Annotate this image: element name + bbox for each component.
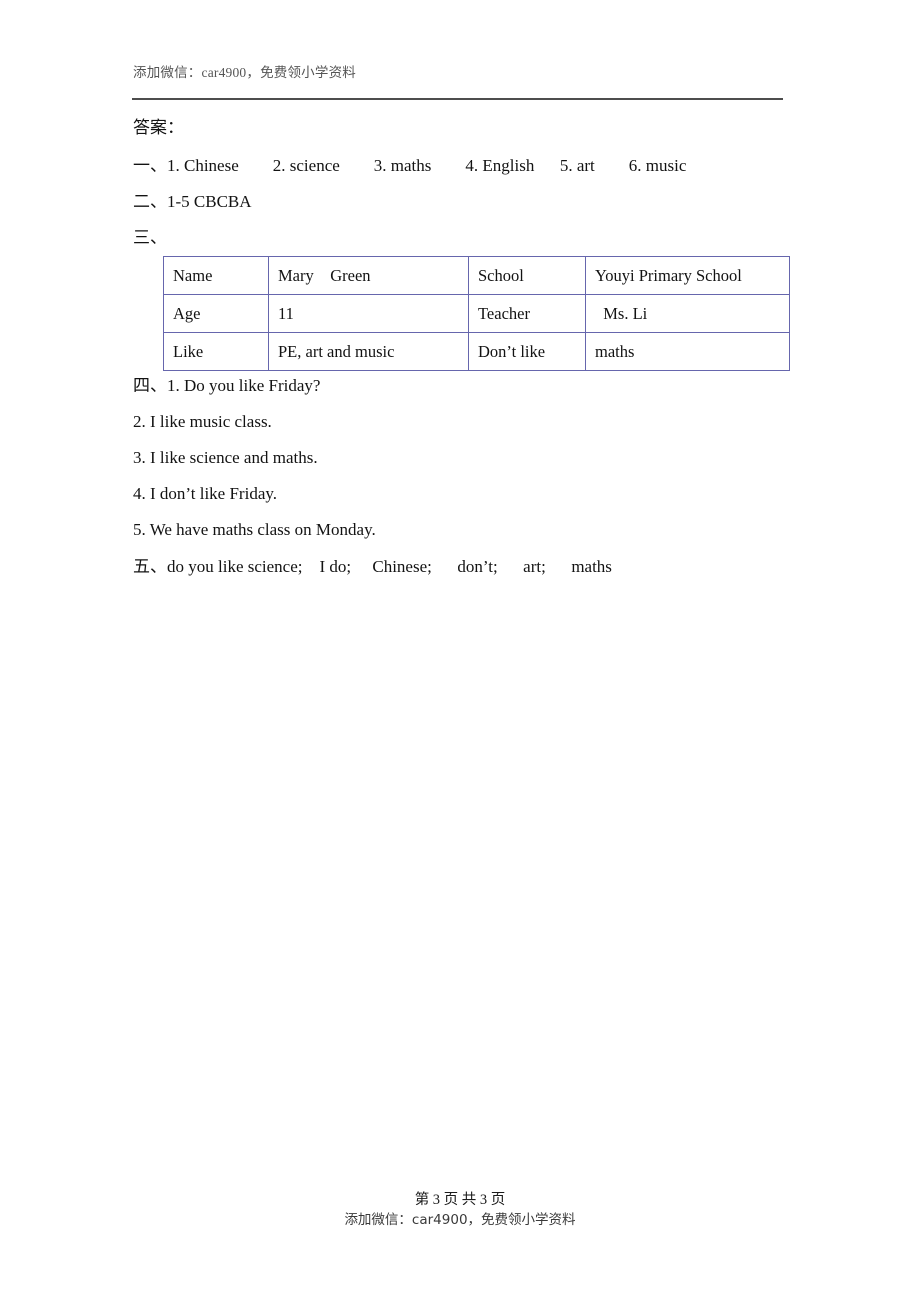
section-four-answer-1: 四、1. Do you like Friday? (133, 376, 321, 395)
cell-like-value: PE, art and music (268, 332, 469, 371)
cell-like-label: Like (163, 332, 269, 371)
cell-teacher-label: Teacher (468, 294, 586, 333)
section-four-answer-2: 2. I like music class. (133, 412, 272, 431)
section-one-answers: 一、1. Chinese 2. science 3. maths 4. Engl… (133, 156, 687, 175)
cell-school-label: School (468, 256, 586, 295)
footer-watermark-text: 添加微信：car4900，免费领小学资料 (344, 1212, 576, 1228)
footer-page-indicator: 第 3 页 共 3 页 (414, 1192, 506, 1208)
section-four-answer-3: 3. I like science and maths. (133, 448, 318, 467)
section-three-label: 三、 (133, 228, 167, 247)
cell-age-label: Age (163, 294, 269, 333)
cell-name-value: Mary Green (268, 256, 469, 295)
cell-age-value: 11 (268, 294, 469, 333)
cell-teacher-value: Ms. Li (585, 294, 790, 333)
table-row: Age 11 Teacher Ms. Li (163, 294, 790, 333)
answer-heading: 答案： (133, 118, 184, 137)
section-four-answer-4: 4. I don’t like Friday. (133, 484, 278, 503)
document-page: 添加微信：car4900，免费领小学资料 答案： 一、1. Chinese 2.… (0, 0, 920, 1302)
table-row: Like PE, art and music Don’t like maths (163, 332, 790, 371)
header-watermark-text: 添加微信：car4900，免费领小学资料 (133, 65, 356, 80)
section-five-answers: 五、do you like science; I do; Chinese; do… (133, 557, 612, 576)
section-two-answers: 二、1-5 CBCBA (133, 192, 252, 211)
cell-dontlike-label: Don’t like (468, 332, 586, 371)
cell-name-label: Name (163, 256, 269, 295)
student-info-table: Name Mary Green School Youyi Primary Sch… (163, 256, 790, 371)
cell-school-value: Youyi Primary School (585, 256, 790, 295)
table-row: Name Mary Green School Youyi Primary Sch… (163, 256, 790, 295)
cell-dontlike-value: maths (585, 332, 790, 371)
section-four-answer-5: 5. We have maths class on Monday. (133, 520, 376, 539)
header-divider-rule (132, 98, 783, 100)
